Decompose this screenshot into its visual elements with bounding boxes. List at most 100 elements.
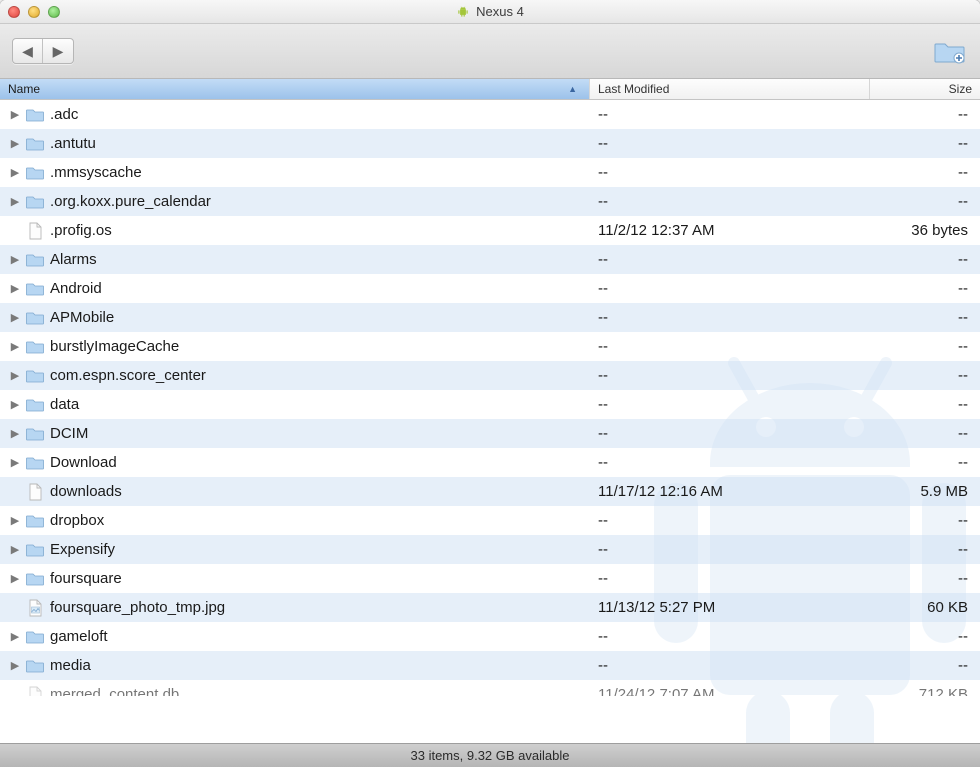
disclosure-triangle-icon[interactable]: ▶: [8, 659, 22, 672]
forward-button[interactable]: ▶: [43, 39, 73, 63]
name-cell: ▶data: [0, 396, 590, 413]
list-item[interactable]: ▶.mmsyscache----: [0, 158, 980, 187]
image-file-icon: [28, 599, 43, 617]
zoom-button[interactable]: [48, 6, 60, 18]
list-item[interactable]: ▶foursquare----: [0, 564, 980, 593]
disclosure-triangle-icon[interactable]: ▶: [8, 195, 22, 208]
file-icon: [24, 483, 46, 501]
name-cell: merged_content.db: [0, 686, 590, 697]
folder-icon: [24, 136, 46, 151]
name-cell: ▶ .antutu: [0, 135, 590, 152]
folder-icon: [24, 629, 46, 644]
list-item[interactable]: ▶.adc----: [0, 100, 980, 129]
folder-icon: [24, 194, 46, 209]
modified-cell: --: [590, 512, 870, 529]
list-item[interactable]: ▶Android----: [0, 274, 980, 303]
file-icon: [28, 686, 43, 697]
name-cell: ▶Alarms: [0, 251, 590, 268]
list-item[interactable]: merged_content.db11/24/12 7:07 AM712 KB: [0, 680, 980, 696]
chevron-left-icon: ◀: [22, 43, 33, 60]
name-cell: ▶burstlyImageCache: [0, 338, 590, 355]
size-cell: --: [870, 338, 980, 355]
list-item[interactable]: ▶.antutu----: [0, 129, 980, 158]
size-cell: --: [870, 309, 980, 326]
minimize-button[interactable]: [28, 6, 40, 18]
status-bar: 33 items, 9.32 GB available: [0, 743, 980, 767]
disclosure-triangle-icon[interactable]: ▶: [8, 166, 22, 179]
folder-icon: [24, 455, 46, 470]
disclosure-triangle-icon[interactable]: ▶: [8, 282, 22, 295]
list-item[interactable]: foursquare_photo_tmp.jpg11/13/12 5:27 PM…: [0, 593, 980, 622]
modified-cell: --: [590, 193, 870, 210]
folder-icon: [26, 339, 44, 354]
disclosure-triangle-icon[interactable]: ▶: [8, 456, 22, 469]
folder-icon: [24, 165, 46, 180]
folder-icon: [24, 107, 46, 122]
file-icon: [24, 686, 46, 697]
disclosure-triangle-icon[interactable]: ▶: [8, 572, 22, 585]
folder-icon: [24, 339, 46, 354]
list-item[interactable]: downloads11/17/12 12:16 AM5.9 MB: [0, 477, 980, 506]
disclosure-triangle-icon[interactable]: ▶: [8, 369, 22, 382]
new-folder-button[interactable]: [932, 36, 968, 66]
disclosure-triangle-icon[interactable]: ▶: [8, 311, 22, 324]
modified-cell: --: [590, 454, 870, 471]
file-name: .antutu: [50, 135, 96, 152]
file-name: .org.koxx.pure_calendar: [50, 193, 211, 210]
close-button[interactable]: [8, 6, 20, 18]
modified-cell: --: [590, 425, 870, 442]
list-item[interactable]: ▶burstlyImageCache----: [0, 332, 980, 361]
column-headers: Name ▲ Last Modified Size: [0, 79, 980, 100]
file-name: merged_content.db: [50, 686, 179, 696]
list-item[interactable]: ▶Download----: [0, 448, 980, 477]
disclosure-triangle-icon[interactable]: ▶: [8, 427, 22, 440]
list-item[interactable]: ▶gameloft----: [0, 622, 980, 651]
name-cell: ▶.mmsyscache: [0, 164, 590, 181]
disclosure-triangle-icon[interactable]: ▶: [8, 543, 22, 556]
file-icon: [24, 222, 46, 240]
list-item[interactable]: ▶APMobile----: [0, 303, 980, 332]
column-label: Name: [8, 82, 40, 96]
modified-cell: --: [590, 541, 870, 558]
list-item[interactable]: ▶DCIM----: [0, 419, 980, 448]
nav-group: ◀ ▶: [12, 38, 74, 64]
name-cell: foursquare_photo_tmp.jpg: [0, 599, 590, 617]
folder-icon: [26, 252, 44, 267]
folder-icon: [24, 426, 46, 441]
modified-cell: 11/13/12 5:27 PM: [590, 599, 870, 616]
list-item[interactable]: ▶Alarms----: [0, 245, 980, 274]
file-list[interactable]: ▶.adc----▶.antutu----▶.mmsyscache----▶.o…: [0, 100, 980, 743]
disclosure-triangle-icon[interactable]: ▶: [8, 630, 22, 643]
modified-cell: 11/2/12 12:37 AM: [590, 222, 870, 239]
disclosure-triangle-icon[interactable]: ▶: [8, 137, 22, 150]
modified-cell: --: [590, 628, 870, 645]
name-cell: ▶ foursquare: [0, 570, 590, 587]
modified-cell: --: [590, 570, 870, 587]
size-cell: --: [870, 280, 980, 297]
list-item[interactable]: ▶media----: [0, 651, 980, 680]
list-item[interactable]: .profig.os11/2/12 12:37 AM36 bytes: [0, 216, 980, 245]
disclosure-triangle-icon[interactable]: ▶: [8, 398, 22, 411]
folder-icon: [26, 194, 44, 209]
disclosure-triangle-icon[interactable]: ▶: [8, 340, 22, 353]
disclosure-triangle-icon[interactable]: ▶: [8, 108, 22, 121]
size-cell: --: [870, 106, 980, 123]
modified-cell: --: [590, 309, 870, 326]
column-header-modified[interactable]: Last Modified: [590, 79, 870, 99]
file-name: foursquare: [50, 570, 122, 587]
column-header-size[interactable]: Size: [870, 79, 980, 99]
disclosure-triangle-icon[interactable]: ▶: [8, 514, 22, 527]
back-button[interactable]: ◀: [13, 39, 43, 63]
list-item[interactable]: ▶dropbox----: [0, 506, 980, 535]
titlebar[interactable]: Nexus 4: [0, 0, 980, 24]
list-item[interactable]: ▶data----: [0, 390, 980, 419]
list-item[interactable]: ▶com.espn.score_center----: [0, 361, 980, 390]
column-header-name[interactable]: Name ▲: [0, 79, 590, 99]
file-browser-window: Nexus 4 ◀ ▶ Name ▲ Last Modified: [0, 0, 980, 767]
folder-icon: [26, 165, 44, 180]
list-item[interactable]: ▶Expensify----: [0, 535, 980, 564]
name-cell: ▶ .org.koxx.pure_calendar: [0, 193, 590, 210]
disclosure-triangle-icon[interactable]: ▶: [8, 253, 22, 266]
list-item[interactable]: ▶.org.koxx.pure_calendar----: [0, 187, 980, 216]
name-cell: ▶Download: [0, 454, 590, 471]
